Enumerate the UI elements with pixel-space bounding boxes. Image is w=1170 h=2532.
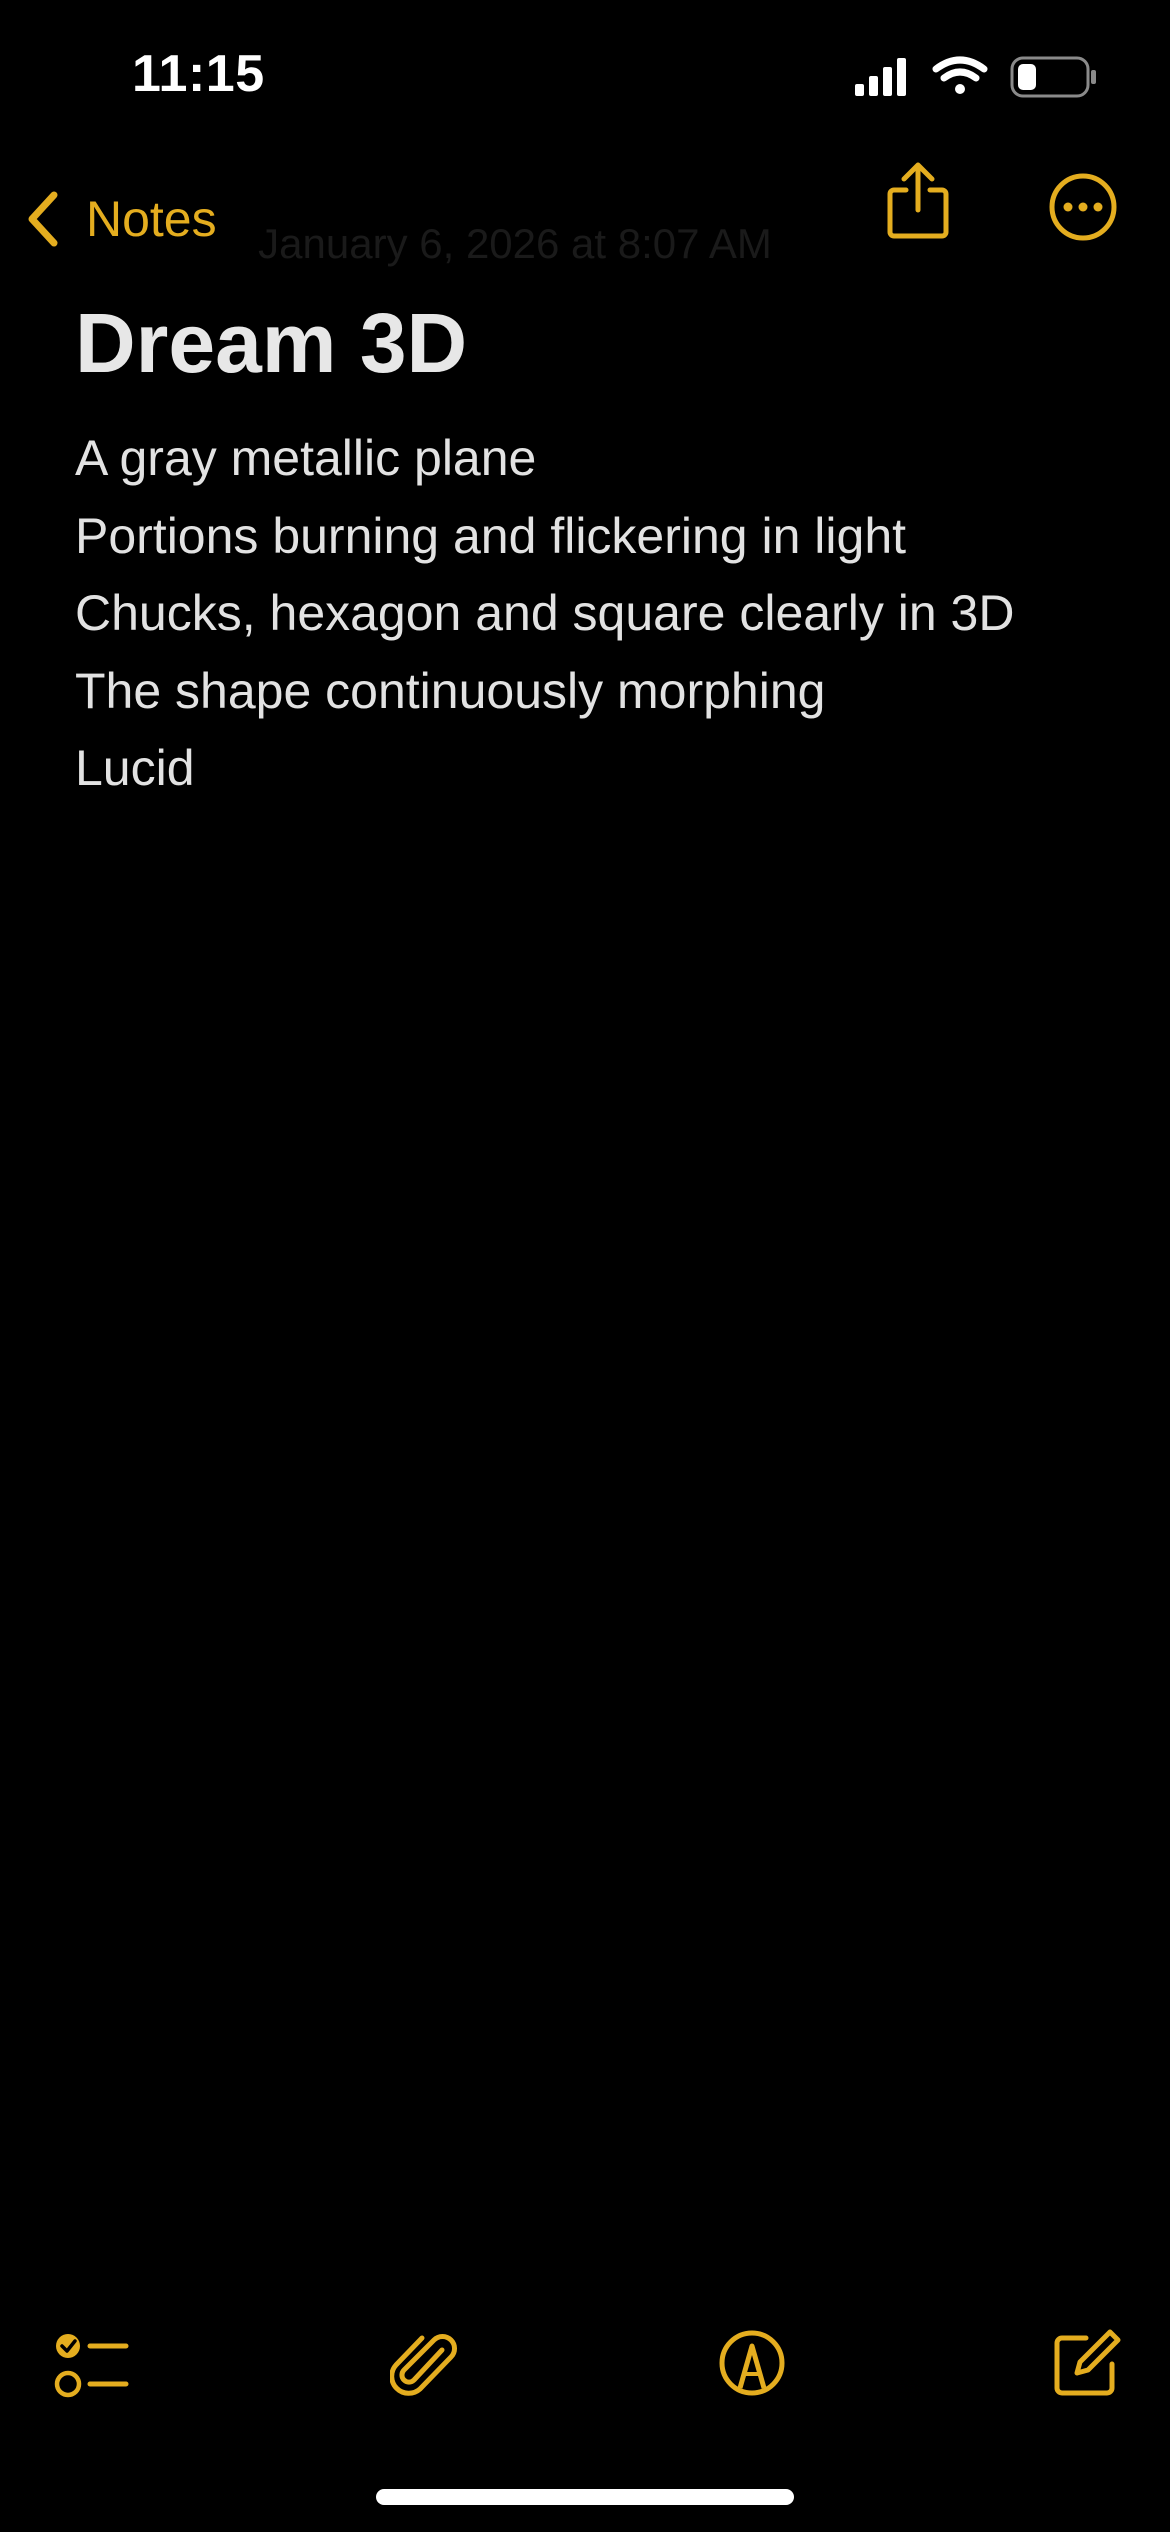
share-icon[interactable] — [884, 160, 952, 242]
note-line: A gray metallic plane — [75, 430, 537, 486]
checklist-icon[interactable] — [52, 2328, 132, 2404]
note-date: January 6, 2026 at 8:07 AM — [258, 220, 772, 267]
status-time: 11:15 — [132, 45, 265, 103]
note-line: Chucks, hexagon and square clearly in 3D — [75, 585, 1015, 641]
note-line: Portions burning and flickering in light — [75, 507, 907, 564]
markup-icon[interactable] — [718, 2328, 786, 2398]
note-line: Lucid — [75, 740, 195, 796]
attachment-icon[interactable] — [390, 2328, 460, 2404]
note-line: The shape continuously morphing — [75, 662, 826, 719]
home-indicator — [376, 2489, 794, 2505]
bottom-toolbar — [0, 2310, 1170, 2420]
wifi-icon — [932, 56, 988, 94]
status-bar: 11:15 — [0, 0, 1170, 150]
note-title[interactable]: Dream 3D — [75, 295, 467, 392]
status-icons — [855, 56, 1096, 98]
note-body[interactable]: A gray metallic plane Portions burning a… — [75, 420, 1115, 808]
compose-icon[interactable] — [1050, 2328, 1122, 2400]
more-icon[interactable] — [1048, 172, 1118, 242]
nav-bar: Notes January 6, 2026 at 8:07 AM — [0, 160, 1170, 280]
battery-icon — [1010, 56, 1096, 98]
cellular-signal-icon — [855, 58, 906, 96]
